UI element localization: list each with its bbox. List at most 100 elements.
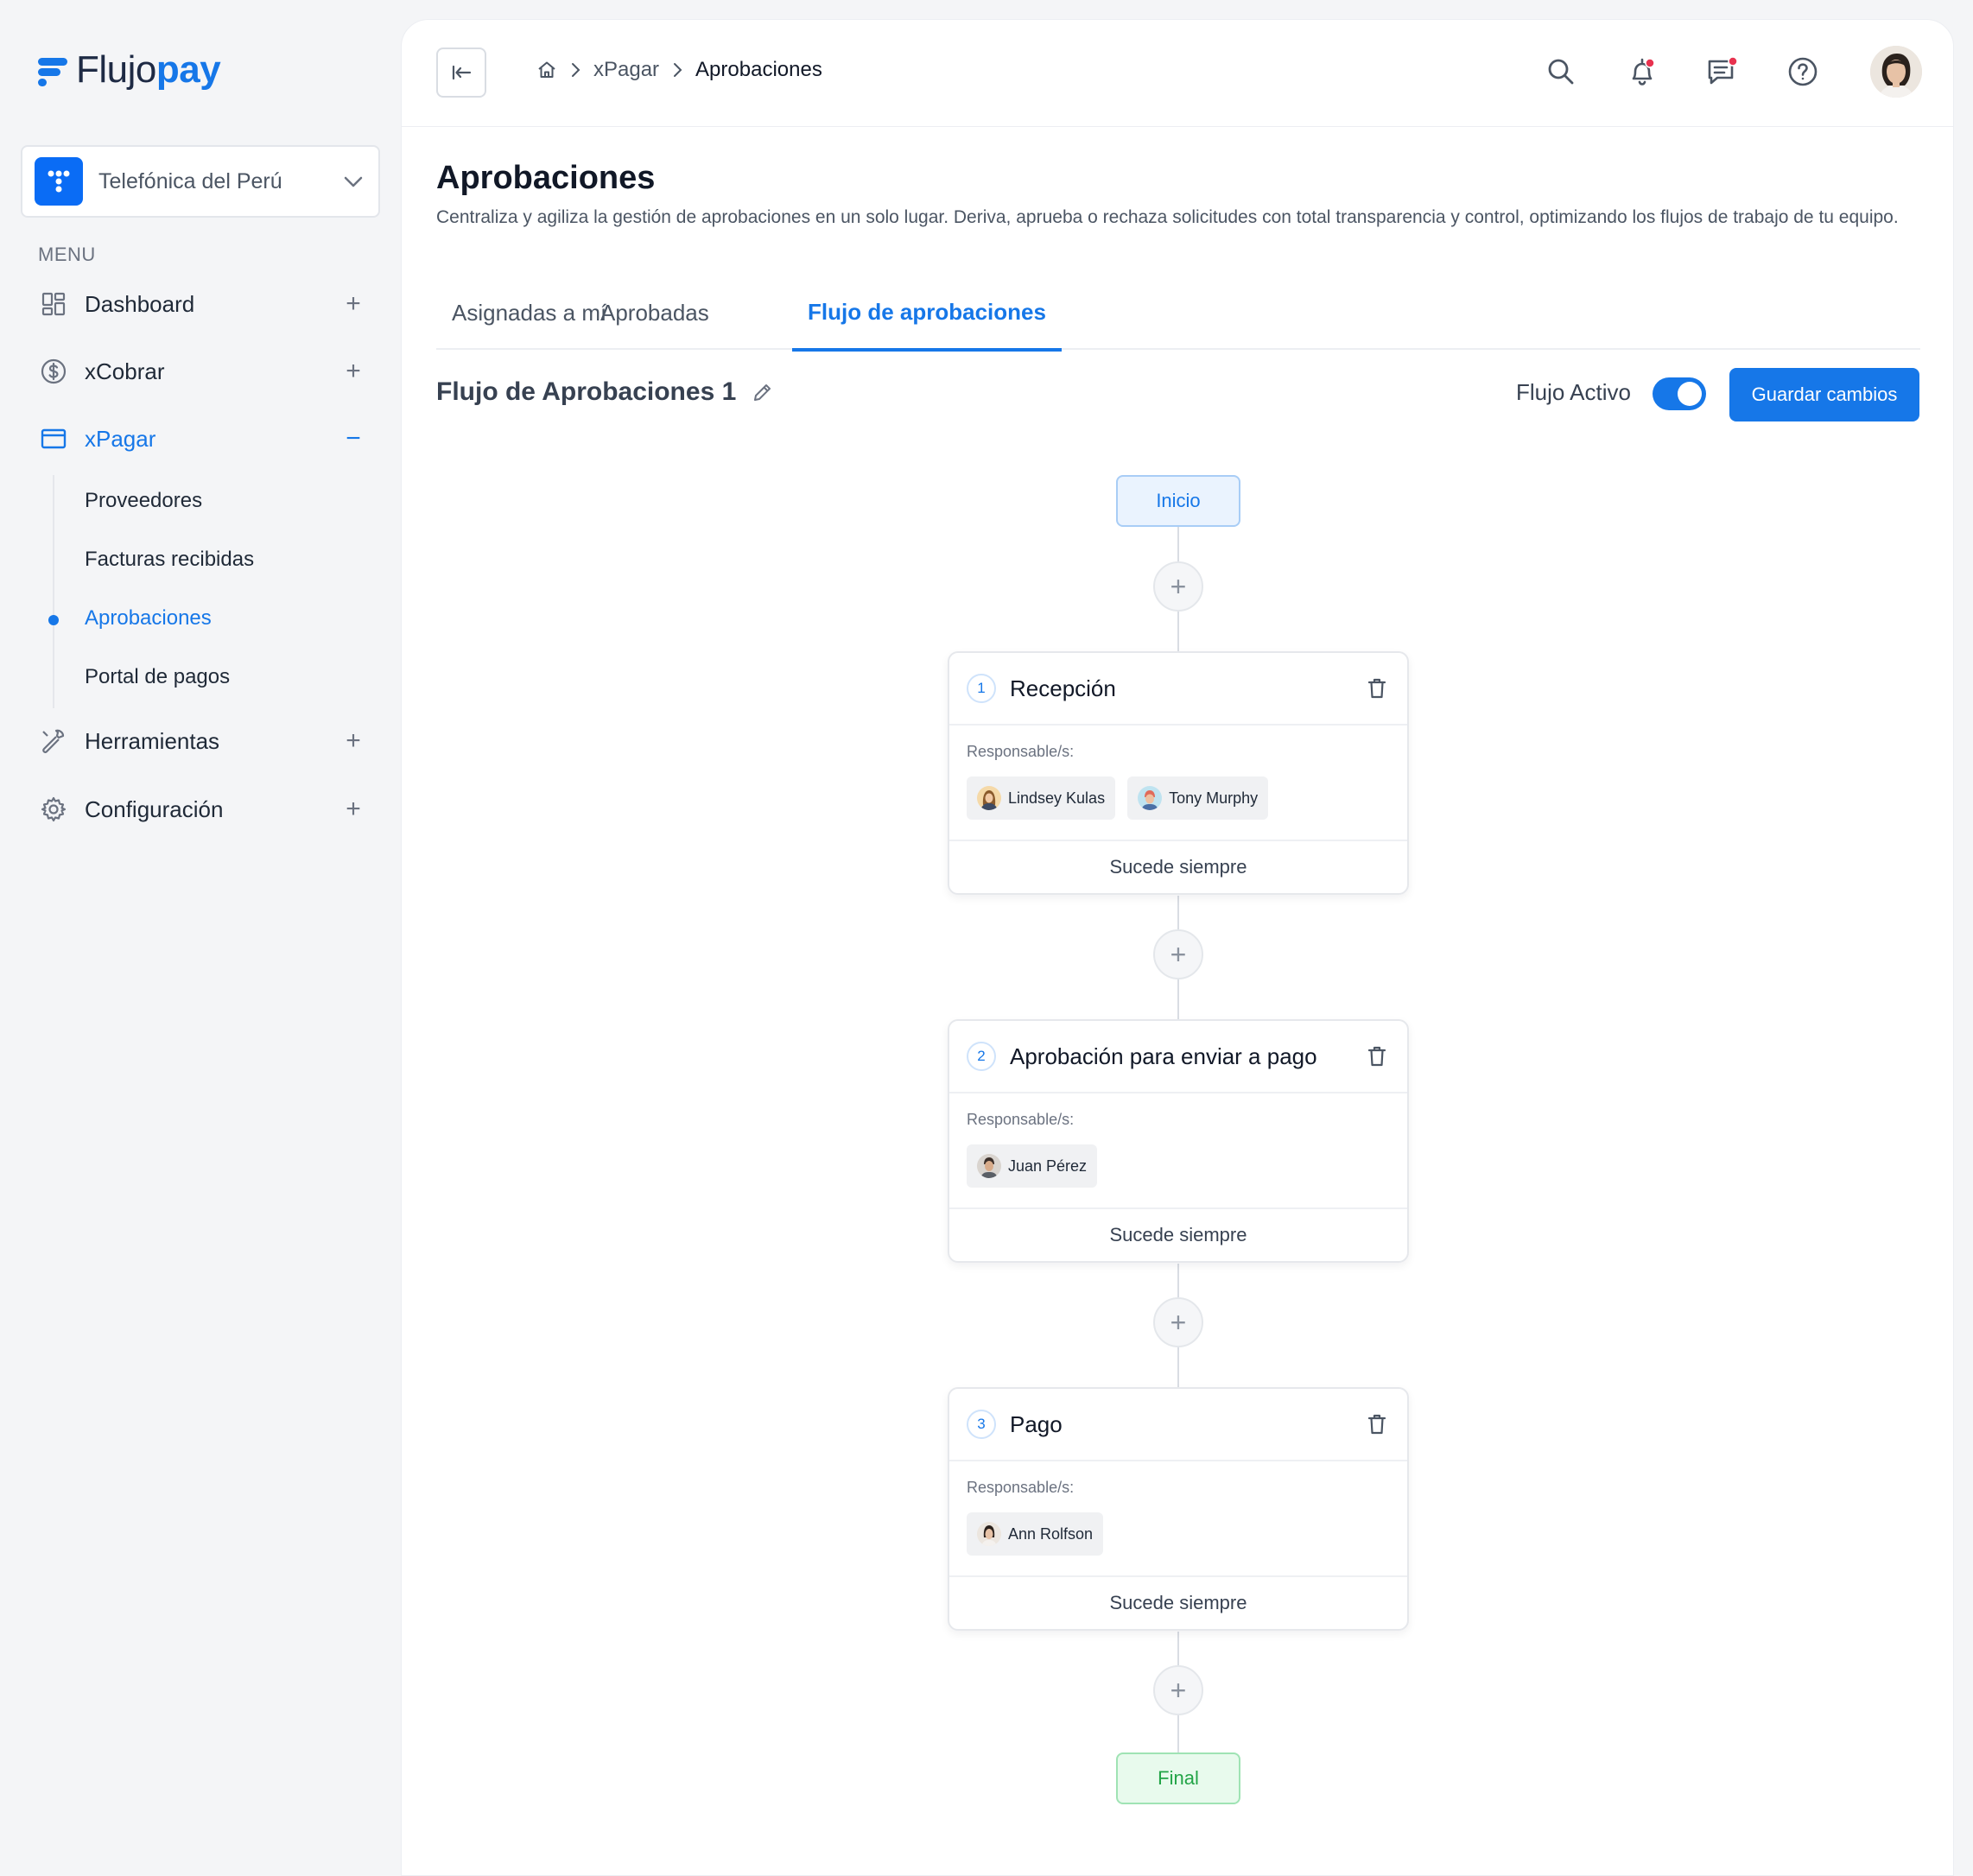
chevron-right-icon <box>568 60 583 79</box>
user-avatar[interactable] <box>1870 46 1922 98</box>
page-title: Aprobaciones <box>436 160 656 196</box>
responsible-name: Lindsey Kulas <box>1008 789 1106 807</box>
flow-title-text: Flujo de Aprobaciones 1 <box>436 377 737 406</box>
nav-label: xCobrar <box>85 358 165 384</box>
step-number: 3 <box>967 1410 996 1439</box>
card-icon <box>38 423 69 454</box>
step-number: 2 <box>967 1042 996 1071</box>
responsible-chip[interactable]: Lindsey Kulas <box>967 776 1116 820</box>
collapse-icon[interactable]: − <box>340 424 366 453</box>
trash-icon[interactable] <box>1364 675 1390 701</box>
gear-icon <box>38 794 69 825</box>
flow-end-node[interactable]: Final <box>1116 1752 1240 1804</box>
main-panel: xPagar Aprobaciones Aprobaciones Central… <box>401 19 1954 1876</box>
step-card[interactable]: 3 Pago Responsable/s: Ann Rolfson Sucede… <box>948 1387 1409 1631</box>
flow-active-toggle[interactable] <box>1653 377 1706 410</box>
step-body: Responsable/s: Ann Rolfson <box>949 1461 1407 1577</box>
nav-item-xpagar[interactable]: xPagar − <box>38 417 366 460</box>
step-body: Responsable/s: Juan Pérez <box>949 1093 1407 1209</box>
home-icon[interactable] <box>536 60 557 80</box>
expand-icon[interactable]: + <box>340 795 366 824</box>
company-name: Telefónica del Perú <box>98 168 282 193</box>
responsables-label: Responsable/s: <box>967 743 1075 760</box>
collapse-sidebar-button[interactable] <box>436 48 486 98</box>
nav-label: Herramientas <box>85 727 220 754</box>
submenu-line <box>53 475 54 708</box>
responsible-name: Juan Pérez <box>1008 1157 1088 1175</box>
trash-icon[interactable] <box>1364 1043 1390 1069</box>
responsible-name: Tony Murphy <box>1169 789 1259 807</box>
bell-icon[interactable] <box>1623 53 1661 91</box>
responsible-chip[interactable]: Tony Murphy <box>1127 776 1269 820</box>
trash-icon[interactable] <box>1364 1411 1390 1437</box>
chevron-down-icon <box>344 176 363 187</box>
company-logo <box>35 157 83 206</box>
step-header: 1 Recepción <box>949 653 1407 726</box>
step-header: 2 Aprobación para enviar a pago <box>949 1021 1407 1093</box>
flujopay-logo-icon <box>38 53 69 87</box>
nav-label: Configuración <box>85 795 224 822</box>
avatar <box>1138 786 1163 810</box>
step-header: 3 Pago <box>949 1389 1407 1461</box>
subitem-facturas-recibidas[interactable]: Facturas recibidas <box>85 548 254 572</box>
chevron-right-icon <box>669 60 685 79</box>
subitem-aprobaciones[interactable]: Aprobaciones <box>85 606 212 631</box>
search-icon[interactable] <box>1542 53 1580 91</box>
add-step-button[interactable]: + <box>1153 1665 1203 1715</box>
flow-title: Flujo de Aprobaciones 1 <box>436 377 774 407</box>
expand-icon[interactable]: + <box>340 726 366 756</box>
menu-label: MENU <box>38 244 96 265</box>
brand-logo[interactable]: Flujopay <box>38 48 221 92</box>
step-condition[interactable]: Sucede siempre <box>949 841 1407 893</box>
step-condition[interactable]: Sucede siempre <box>949 1209 1407 1261</box>
nav-item-herramientas[interactable]: Herramientas + <box>38 719 366 763</box>
expand-icon[interactable]: + <box>340 357 366 386</box>
step-card[interactable]: 1 Recepción Responsable/s: Lindsey Kulas… <box>948 651 1409 895</box>
pencil-icon[interactable] <box>752 381 774 403</box>
flow-active-label: Flujo Activo <box>1516 379 1631 405</box>
expand-icon[interactable]: + <box>340 289 366 319</box>
step-condition[interactable]: Sucede siempre <box>949 1577 1407 1629</box>
step-name: Pago <box>1010 1410 1063 1437</box>
messages-icon[interactable] <box>1703 53 1741 91</box>
tab-aprobadas[interactable]: Aprobadas <box>585 276 725 350</box>
add-step-button[interactable]: + <box>1153 561 1203 612</box>
breadcrumb: xPagar Aprobaciones <box>536 58 822 82</box>
wrench-icon <box>38 726 69 757</box>
nav-label: xPagar <box>85 425 156 452</box>
company-selector[interactable]: Telefónica del Perú <box>21 145 380 218</box>
brand-name: Flujopay <box>76 48 221 91</box>
add-step-button[interactable]: + <box>1153 1297 1203 1347</box>
dollar-icon <box>38 356 69 387</box>
step-number: 1 <box>967 674 996 703</box>
subitem-proveedores[interactable]: Proveedores <box>85 489 202 513</box>
nav-item-configuracion[interactable]: Configuración + <box>38 788 366 831</box>
responsables-label: Responsable/s: <box>967 1479 1075 1496</box>
nav-label: Dashboard <box>85 290 195 317</box>
active-dot <box>48 615 59 625</box>
step-card[interactable]: 2 Aprobación para enviar a pago Responsa… <box>948 1019 1409 1263</box>
responsables-label: Responsable/s: <box>967 1111 1075 1128</box>
breadcrumb-xpagar[interactable]: xPagar <box>593 58 659 82</box>
subitem-portal-de-pagos[interactable]: Portal de pagos <box>85 665 230 689</box>
tab-flujo-de-aprobaciones[interactable]: Flujo de aprobaciones <box>792 276 1062 352</box>
add-step-button[interactable]: + <box>1153 929 1203 979</box>
responsible-name: Ann Rolfson <box>1008 1524 1094 1543</box>
topbar: xPagar Aprobaciones <box>402 20 1953 127</box>
nav-item-xcobrar[interactable]: xCobrar + <box>38 350 366 393</box>
page-description: Centraliza y agiliza la gestión de aprob… <box>436 207 1899 227</box>
avatar <box>977 1154 1001 1178</box>
help-icon[interactable] <box>1784 53 1822 91</box>
step-body: Responsable/s: Lindsey Kulas Tony Murphy <box>949 726 1407 841</box>
flow-start-node[interactable]: Inicio <box>1116 475 1240 527</box>
avatar <box>977 786 1001 810</box>
sidebar: Flujopay Telefónica del Perú MENU Dashbo… <box>0 0 399 1876</box>
step-name: Aprobación para enviar a pago <box>1010 1043 1317 1069</box>
nav-item-dashboard[interactable]: Dashboard + <box>38 282 366 326</box>
tabs: Asignadas a mí Aprobadas Flujo de aproba… <box>436 276 1920 352</box>
collapse-left-icon <box>452 65 472 80</box>
responsible-chip[interactable]: Juan Pérez <box>967 1144 1098 1188</box>
save-changes-button[interactable]: Guardar cambios <box>1729 368 1919 421</box>
responsible-chip[interactable]: Ann Rolfson <box>967 1512 1104 1556</box>
dashboard-icon <box>38 288 69 320</box>
